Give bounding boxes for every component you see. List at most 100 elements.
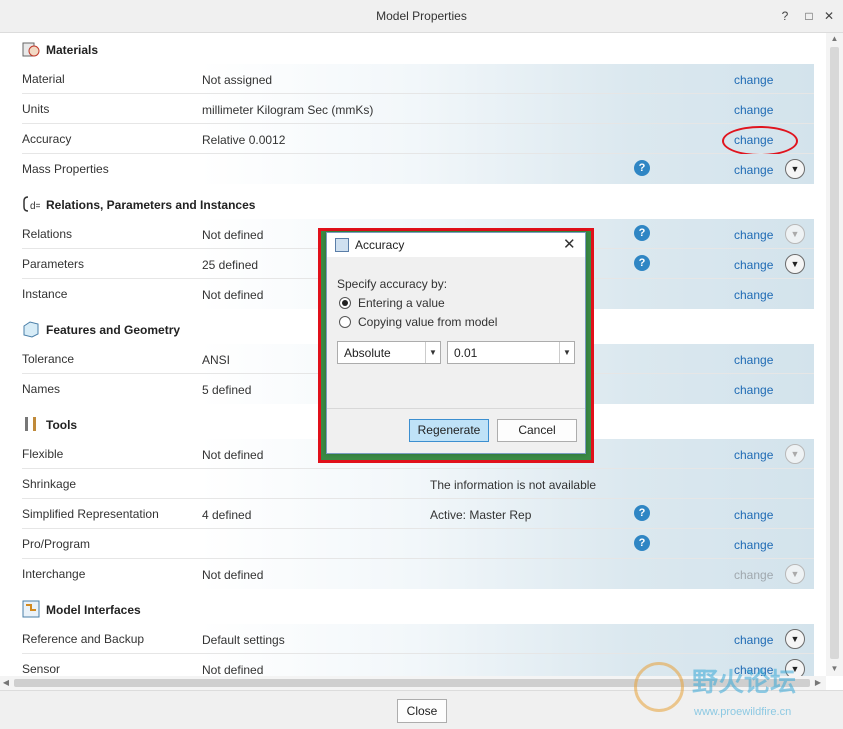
change-link-mass[interactable]: change xyxy=(734,163,773,177)
row-reference-backup: Reference and Backup Default settings ch… xyxy=(0,624,826,654)
change-link-parameters[interactable]: change xyxy=(734,258,773,272)
change-link-flexible[interactable]: change xyxy=(734,448,773,462)
window-title: Model Properties xyxy=(376,9,467,23)
section-relations: d= Relations, Parameters and Instances xyxy=(0,188,826,222)
section-title: Relations, Parameters and Instances xyxy=(46,198,256,212)
svg-text:d=: d= xyxy=(30,201,40,212)
row-material: Material Not assigned change xyxy=(0,64,826,94)
change-link-relations[interactable]: change xyxy=(734,228,773,242)
row-value: Not defined xyxy=(202,448,264,462)
change-link-reference[interactable]: change xyxy=(734,633,773,647)
row-value: Not defined xyxy=(202,663,264,676)
help-icon[interactable]: ? xyxy=(634,535,650,551)
close-icon[interactable]: ✕ xyxy=(819,6,839,26)
accuracy-dialog: Accuracy ✕ Specify accuracy by: Entering… xyxy=(326,232,586,454)
change-link-tolerance[interactable]: change xyxy=(734,353,773,367)
change-link-units[interactable]: change xyxy=(734,103,773,117)
row-units: Units millimeter Kilogram Sec (mmKs) cha… xyxy=(0,94,826,124)
row-accuracy: Accuracy Relative 0.0012 change xyxy=(0,124,826,154)
row-label: Simplified Representation xyxy=(22,507,159,521)
help-icon[interactable]: ? xyxy=(775,6,795,26)
row-value: 25 defined xyxy=(202,258,259,272)
vertical-scrollbar[interactable]: ▲ ▼ xyxy=(826,33,843,676)
help-icon[interactable]: ? xyxy=(634,225,650,241)
maximize-icon[interactable]: □ xyxy=(799,6,819,26)
row-value: Not defined xyxy=(202,288,264,302)
change-link-proprogram[interactable]: change xyxy=(734,538,773,552)
watermark: 野火论坛 www.proewildfire.cn xyxy=(630,658,840,720)
row-mass-properties: Mass Properties ? change ▼ xyxy=(0,154,826,184)
row-info: Active: Master Rep xyxy=(430,508,532,522)
row-label: Instance xyxy=(22,287,68,301)
help-icon[interactable]: ? xyxy=(634,505,650,521)
row-value: Relative 0.0012 xyxy=(202,133,286,147)
row-label: Accuracy xyxy=(22,132,72,146)
help-icon[interactable]: ? xyxy=(634,255,650,271)
select-value: Absolute xyxy=(344,346,391,360)
row-value: Not defined xyxy=(202,228,264,242)
regenerate-button[interactable]: Regenerate xyxy=(409,419,489,442)
chevron-down-icon[interactable]: ▼ xyxy=(425,342,440,363)
row-value: Not assigned xyxy=(202,73,273,87)
section-materials: Materials xyxy=(0,33,826,67)
section-title: Tools xyxy=(46,418,78,432)
radio-copy-from-model[interactable] xyxy=(339,316,351,328)
watermark-text: 野火论坛 xyxy=(692,668,797,698)
help-icon[interactable]: ? xyxy=(634,160,650,176)
change-link-names[interactable]: change xyxy=(734,383,773,397)
chevron-down-icon[interactable]: ▼ xyxy=(785,159,805,179)
radio-label: Entering a value xyxy=(358,296,445,310)
row-label: Flexible xyxy=(22,447,64,461)
window-titlebar: Model Properties ? □ ✕ xyxy=(0,0,843,33)
chevron-down-icon[interactable]: ▼ xyxy=(785,564,805,584)
row-label: Sensor xyxy=(22,662,61,676)
dialog-prompt: Specify accuracy by: xyxy=(337,277,448,291)
chevron-down-icon[interactable]: ▼ xyxy=(785,444,805,464)
materials-icon xyxy=(22,42,40,57)
tools-icon xyxy=(25,417,36,431)
section-interfaces: Model Interfaces xyxy=(0,593,826,627)
dialog-app-icon xyxy=(335,238,349,252)
chevron-down-icon[interactable]: ▼ xyxy=(785,224,805,244)
row-label: Pro/Program xyxy=(22,537,91,551)
accuracy-type-select[interactable]: Absolute ▼ xyxy=(337,341,441,364)
row-value: ANSI xyxy=(202,353,231,367)
radio-entering-value[interactable] xyxy=(339,297,351,309)
section-title: Features and Geometry xyxy=(46,323,181,337)
change-link-interchange: change xyxy=(734,568,774,582)
cancel-button[interactable]: Cancel xyxy=(497,419,577,442)
row-label: Parameters xyxy=(22,257,85,271)
change-link-simplified[interactable]: change xyxy=(734,508,773,522)
row-label: Reference and Backup xyxy=(22,632,145,646)
highlight-ellipse xyxy=(722,126,798,156)
radio-label: Copying value from model xyxy=(358,315,498,329)
accuracy-value-input[interactable]: 0.01 ▼ xyxy=(447,341,575,364)
scroll-up-icon[interactable]: ▲ xyxy=(826,33,843,45)
change-link-instance[interactable]: change xyxy=(734,288,773,302)
close-icon[interactable]: ✕ xyxy=(563,235,576,253)
section-title: Model Interfaces xyxy=(46,603,141,617)
scroll-thumb[interactable] xyxy=(830,47,839,659)
features-icon xyxy=(23,321,39,338)
row-value: 5 defined xyxy=(202,383,252,397)
chevron-down-icon[interactable]: ▼ xyxy=(785,629,805,649)
row-label: Names xyxy=(22,382,61,396)
dialog-titlebar: Accuracy ✕ xyxy=(327,233,585,257)
row-info: The information is not available xyxy=(430,478,597,492)
chevron-down-icon[interactable]: ▼ xyxy=(785,254,805,274)
change-link-material[interactable]: change xyxy=(734,73,773,87)
row-label: Tolerance xyxy=(22,352,75,366)
row-simplified-rep: Simplified Representation 4 defined Acti… xyxy=(0,499,826,529)
chevron-down-icon[interactable]: ▼ xyxy=(559,342,574,363)
scroll-left-icon[interactable]: ◀ xyxy=(0,676,12,690)
row-value: Not defined xyxy=(202,568,264,582)
row-label: Mass Properties xyxy=(22,162,109,176)
close-button[interactable]: Close xyxy=(397,699,447,723)
watermark-logo-icon xyxy=(634,662,684,712)
section-title: Materials xyxy=(46,43,99,57)
row-shrinkage: Shrinkage The information is not availab… xyxy=(0,469,826,499)
row-value: millimeter Kilogram Sec (mmKs) xyxy=(202,103,374,117)
watermark-url: www.proewildfire.cn xyxy=(694,706,792,718)
row-label: Units xyxy=(22,102,50,116)
row-interchange: Interchange Not defined change ▼ xyxy=(0,559,826,589)
